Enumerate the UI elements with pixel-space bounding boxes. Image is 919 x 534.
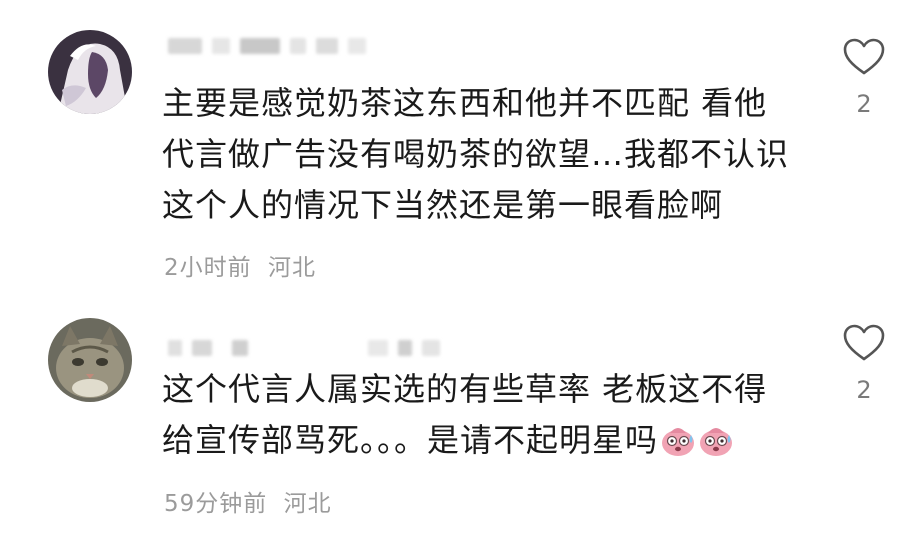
- like-count: 2: [856, 376, 872, 404]
- comment-line: 这个代言人属实选的有些草率 老板这不得: [162, 370, 768, 408]
- sweat-pink-face-emoji: [660, 421, 696, 472]
- sweat-pink-face-emoji: [698, 421, 734, 472]
- comment-location: 河北: [267, 255, 316, 281]
- like-button[interactable]: 2: [838, 324, 890, 404]
- comment-time: 2小时前: [164, 255, 252, 281]
- username-blurred[interactable]: [168, 36, 366, 56]
- comment-line-wrap: 给宣传部骂死。。。是请不起明星吗: [162, 415, 812, 472]
- comment-location: 河北: [283, 491, 332, 517]
- comment-meta: 59分钟前 河北: [164, 484, 332, 518]
- comment-line: 给宣传部骂死。。。是请不起明星吗: [162, 421, 659, 459]
- avatar[interactable]: [48, 30, 132, 114]
- comment-text: 这个代言人属实选的有些草率 老板这不得 给宣传部骂死。。。是请不起明星吗: [162, 364, 812, 472]
- comment-meta: 2小时前 河北: [164, 248, 316, 282]
- avatar[interactable]: [48, 318, 132, 402]
- username-blurred[interactable]: [168, 338, 440, 358]
- like-count: 2: [856, 90, 872, 118]
- like-button[interactable]: 2: [838, 38, 890, 118]
- comment-time: 59分钟前: [164, 491, 268, 517]
- heart-outline-icon: [843, 38, 885, 75]
- comment-line: 这个人的情况下当然还是第一眼看脸啊: [162, 186, 724, 224]
- comment-line: 代言做广告没有喝奶茶的欲望…我都不认识: [162, 135, 790, 173]
- comment-line: 主要是感觉奶茶这东西和他并不匹配 看他: [162, 84, 768, 122]
- heart-outline-icon: [843, 324, 885, 361]
- comment-text: 主要是感觉奶茶这东西和他并不匹配 看他 代言做广告没有喝奶茶的欲望…我都不认识 …: [162, 78, 812, 231]
